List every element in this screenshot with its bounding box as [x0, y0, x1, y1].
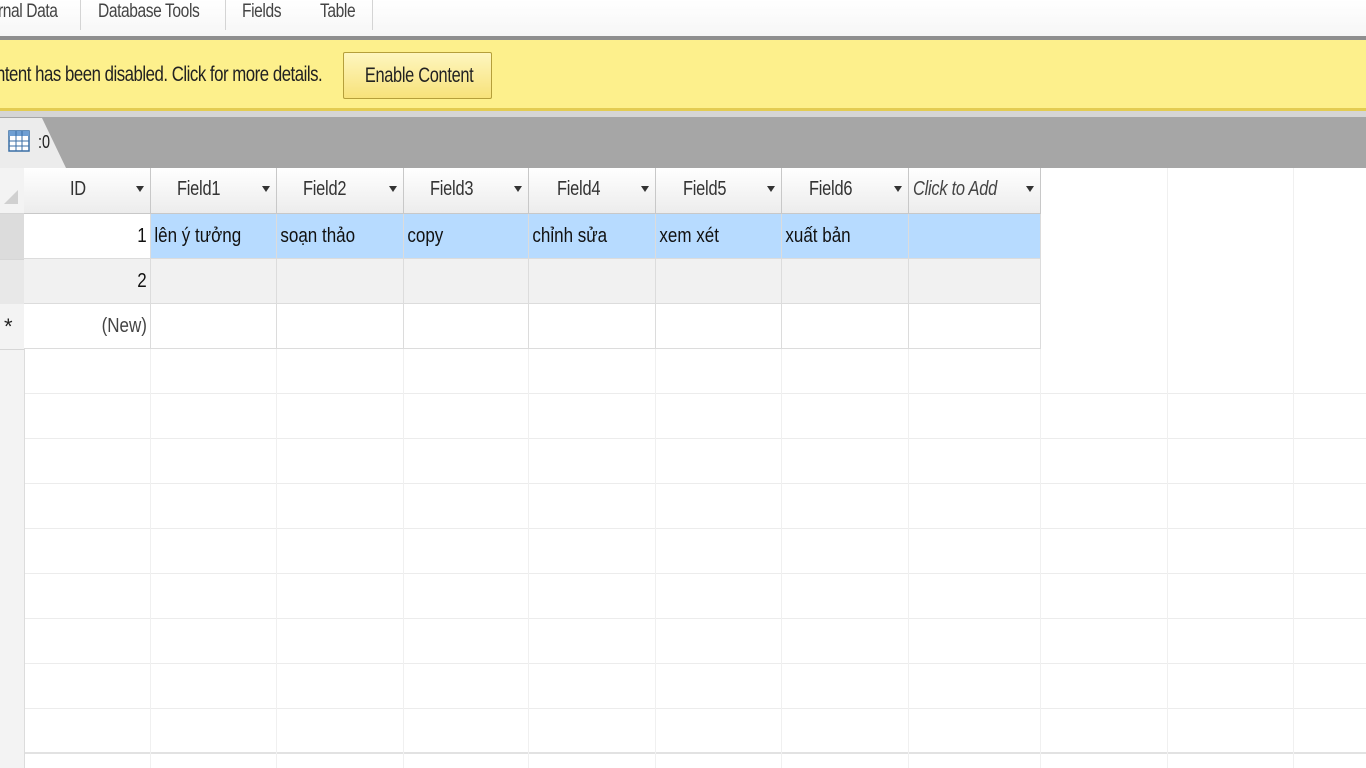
column-header-field5[interactable]: Field5: [656, 168, 782, 214]
new-record-asterisk-icon: *: [4, 314, 13, 339]
column-header-label: Field4: [557, 178, 601, 200]
column-header-label: ID: [70, 178, 86, 200]
cell-text: 1: [137, 225, 147, 247]
column-header-field2[interactable]: Field2: [277, 168, 404, 214]
cell-text: 2: [137, 270, 147, 292]
dropdown-arrow-icon[interactable]: [767, 186, 775, 192]
cell-text: chỉnh sửa: [532, 225, 608, 247]
enable-content-label: Enable Content: [364, 63, 474, 87]
table-icon: [8, 130, 30, 152]
table-cell[interactable]: [404, 259, 529, 304]
grid-line: [0, 528, 1366, 529]
dropdown-arrow-icon[interactable]: [389, 186, 397, 192]
table-cell[interactable]: soạn thảo: [277, 214, 404, 259]
column-header-label: Field2: [303, 178, 347, 200]
record-selector[interactable]: [0, 214, 24, 260]
column-header-label: Field6: [809, 178, 853, 200]
dropdown-arrow-icon[interactable]: [514, 186, 522, 192]
column-header-label: Field5: [683, 178, 727, 200]
table-cell[interactable]: [277, 304, 404, 349]
column-header-field4[interactable]: Field4: [529, 168, 656, 214]
table-cell[interactable]: chỉnh sửa: [529, 214, 656, 259]
table-cell-id[interactable]: (New): [24, 304, 151, 349]
table-cell[interactable]: [151, 259, 277, 304]
cell-text: xem xét: [659, 225, 719, 247]
table-cell[interactable]: [529, 259, 656, 304]
column-header-field1[interactable]: Field1: [151, 168, 277, 214]
table-cell[interactable]: [151, 304, 277, 349]
cell-text: soạn thảo: [280, 225, 356, 247]
table-cell-id[interactable]: 2: [24, 259, 151, 304]
table-cell[interactable]: [404, 304, 529, 349]
datasheet: * ID Field1 Field2 Field3 Field4 Field5: [0, 168, 1366, 768]
table-cell[interactable]: xem xét: [656, 214, 782, 259]
grid-line: [0, 663, 1366, 664]
ribbon-separator: [372, 0, 373, 30]
table-cell[interactable]: [529, 304, 656, 349]
grid-line: [0, 708, 1366, 709]
security-warning-bar: ntent has been disabled. Click for more …: [0, 40, 1366, 111]
select-all-corner[interactable]: [0, 168, 24, 214]
table-cell[interactable]: copy: [404, 214, 529, 259]
grid-line: [0, 752, 1366, 754]
grid-line: [0, 573, 1366, 574]
cell-text: lên ý tưởng: [154, 225, 242, 247]
corner-triangle-icon: [4, 190, 18, 204]
column-header-label: Field1: [177, 178, 221, 200]
table-cell[interactable]: [656, 259, 782, 304]
ribbon-separator: [80, 0, 81, 30]
grid-line: [0, 618, 1366, 619]
document-tab-label: :0: [38, 132, 51, 152]
table-cell[interactable]: [277, 259, 404, 304]
record-selector-column: *: [0, 168, 25, 768]
cell-text: xuất bản: [785, 225, 851, 247]
dropdown-arrow-icon[interactable]: [136, 186, 144, 192]
dropdown-arrow-icon[interactable]: [641, 186, 649, 192]
column-header-label: Field3: [430, 178, 474, 200]
column-header-click-to-add[interactable]: Click to Add: [909, 168, 1041, 214]
dropdown-arrow-icon[interactable]: [894, 186, 902, 192]
grid-line: [0, 393, 1366, 394]
table-cell[interactable]: [782, 304, 909, 349]
cell-text: copy: [407, 225, 444, 247]
ribbon-tab-fields[interactable]: Fields: [242, 0, 282, 26]
dropdown-arrow-icon[interactable]: [1026, 186, 1034, 192]
dropdown-arrow-icon[interactable]: [262, 186, 270, 192]
new-record-selector[interactable]: *: [0, 304, 24, 350]
security-warning-text[interactable]: ntent has been disabled. Click for more …: [0, 63, 323, 87]
table-cell[interactable]: [782, 259, 909, 304]
grid-line: [1293, 168, 1294, 768]
grid-line: [1167, 168, 1168, 768]
table-cell-id[interactable]: 1: [24, 214, 151, 259]
grid-line: [0, 483, 1366, 484]
table-cell[interactable]: [656, 304, 782, 349]
column-header-label: Click to Add: [913, 178, 997, 200]
ribbon-tab-table[interactable]: Table: [320, 0, 356, 26]
column-header-id[interactable]: ID: [24, 168, 151, 214]
table-cell[interactable]: xuất bản: [782, 214, 909, 259]
table-cell[interactable]: [909, 259, 1041, 304]
ribbon-tab-database-tools[interactable]: Database Tools: [98, 0, 200, 26]
ribbon-separator: [225, 0, 226, 30]
ribbon-tab-external-data[interactable]: rnal Data: [0, 0, 58, 26]
ribbon-tab-bar: rnal Data Database Tools Fields Table: [0, 0, 1366, 37]
enable-content-button[interactable]: Enable Content: [343, 52, 492, 99]
column-header-field3[interactable]: Field3: [404, 168, 529, 214]
grid-line: [0, 438, 1366, 439]
record-selector[interactable]: [0, 260, 24, 306]
table-cell[interactable]: lên ý tưởng: [151, 214, 277, 259]
new-record-label: (New): [101, 315, 147, 337]
column-header-field6[interactable]: Field6: [782, 168, 909, 214]
table-cell[interactable]: [909, 214, 1041, 259]
document-tab-strip-highlight: [0, 111, 1366, 117]
document-tab-strip: [0, 111, 1366, 168]
table-cell[interactable]: [909, 304, 1041, 349]
